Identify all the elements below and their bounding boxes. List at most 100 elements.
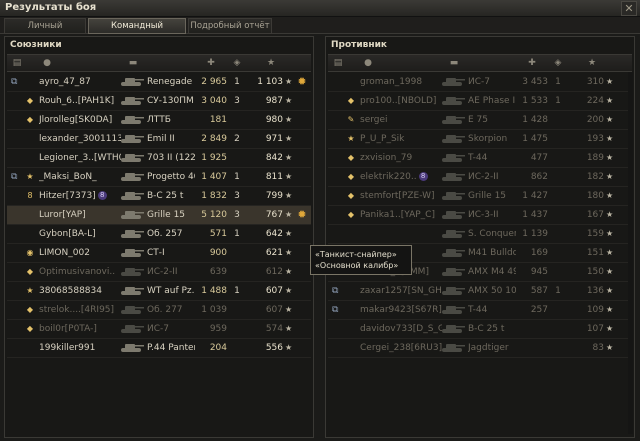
player-name[interactable]: 38068588834 (39, 282, 121, 300)
list-icon[interactable]: ▤ (11, 57, 23, 69)
player-name[interactable]: Cergei_238[6RU3] (360, 339, 442, 357)
player-name[interactable]: Hitzer[7373] 8 (39, 187, 121, 205)
table-row[interactable]: ◆ Panika1..[YAP_C] ИС-3-II 1 437 167 ★ (328, 206, 632, 225)
allies-panel: Союзники ▤ ● ▬ ✚ ◈ ★ ⧉ ayro_47_87 Renegade… (4, 36, 314, 438)
table-row[interactable]: ◉ LIMON_002 СТ-I 900 621 ★ (7, 244, 311, 263)
table-row[interactable]: ◆ boil0r[P0TA-] ИС-7 959 574 ★ (7, 320, 311, 339)
player-name-text: stemfort[PZE-W] (360, 191, 435, 201)
kills-value (552, 320, 564, 338)
player-name[interactable]: Rouh_6..[PAH1K] (39, 92, 121, 110)
player-name[interactable]: zaxar1257[SN_GH] (360, 282, 442, 300)
tank-icon[interactable]: ▬ (448, 57, 460, 69)
player-name[interactable]: Gybon[BA-L] (39, 225, 121, 243)
xp-value: 180 (586, 191, 604, 201)
kills-value (552, 244, 564, 262)
player-name[interactable]: strelok....[4RI95] (39, 301, 121, 319)
kills-value (552, 149, 564, 167)
damage-icon[interactable]: ✚ (526, 57, 538, 69)
table-row[interactable]: ◆ Rouh_6..[PAH1K] СУ-130ПМ 3 040 3 987 ★ (7, 92, 311, 111)
badge-icon: 8 (97, 191, 107, 200)
table-row[interactable]: 8 Hitzer[7373] 8 В-С 25 t1 832 3 799 ★ (7, 187, 311, 206)
tank-name: СТ-I (147, 248, 165, 258)
table-row[interactable]: ⧉ ayro_47_87 Renegade 2 965 1 1 103 ★ ✹ (7, 73, 311, 92)
star-icon: ★ (606, 267, 614, 276)
player-name[interactable]: groman_1998 (360, 73, 442, 91)
table-row[interactable]: ◆ elektrik220.. 8 ИС-2-II 862 182 ★ (328, 168, 632, 187)
medal-icon[interactable]: ✹ (295, 206, 309, 224)
player-name[interactable]: Luror[YAP] (39, 206, 121, 224)
table-row[interactable]: lexander_30011131.. Emil II 2 849 2 971★ (7, 130, 311, 149)
kills-value (552, 111, 564, 129)
star-icon: ★ (606, 77, 614, 86)
damage-value: 587 (530, 286, 548, 296)
player-name-text: strelok....[4RI95] (39, 305, 115, 315)
kills-icon[interactable]: ◈ (231, 57, 243, 69)
tab-team[interactable]: Командный результат (88, 18, 186, 45)
table-row[interactable]: ✎ sergei E 75 1 428 200 ★ (328, 111, 632, 130)
player-name[interactable]: stemfort[PZE-W] (360, 187, 442, 205)
kills-value (231, 263, 243, 281)
table-row[interactable]: 199killer991 P.44 Pantera 204 556★ (7, 339, 311, 358)
player-name[interactable]: sergei (360, 111, 442, 129)
player-name[interactable] (360, 225, 442, 243)
table-row[interactable]: ◆ pro100..[NBOLD] AE Phase I 1 533 1 224 ★ (328, 92, 632, 111)
table-row[interactable]: groman_1998 ИС-7 3 453 1 310 ★ (328, 73, 632, 92)
tank-icon[interactable]: ▬ (127, 57, 139, 69)
player-name[interactable]: davidov733[D_S_G] (360, 320, 442, 338)
player-name[interactable]: elektrik220.. 8 (360, 168, 442, 186)
player-name[interactable]: Optimusivanovi.. (39, 263, 121, 281)
player-name[interactable]: _Maksi_BoN_ (39, 168, 121, 186)
xp-value: 159 (586, 229, 604, 239)
table-row[interactable]: S. Conqueror 1 139 159★ (328, 225, 632, 244)
table-row[interactable]: ◆ strelok....[4RI95] Об. 277 1 039 607 ★ (7, 301, 311, 320)
table-row[interactable]: ⧉ zaxar1257[SN_GH] AMX 50 100 587 1 136★ (328, 282, 632, 301)
scrollbar[interactable] (628, 72, 633, 434)
tank-image (442, 249, 465, 257)
table-row[interactable]: Luror[YAP] Grille 15 5 120 3 767 ★ ✹ (7, 206, 311, 225)
player-name[interactable]: pro100..[NBOLD] (360, 92, 442, 110)
kills-icon[interactable]: ◈ (552, 57, 564, 69)
player-name[interactable]: Legioner_3..[WTH01] (39, 149, 121, 167)
damage-value (518, 320, 548, 338)
player-name[interactable]: Panika1..[YAP_C] (360, 206, 442, 224)
table-row[interactable]: ◆ stemfort[PZE-W] Grille 15 1 427 180 ★ (328, 187, 632, 206)
table-row[interactable]: Gybon[BA-L] Об. 257 571 1 642 ★ (7, 225, 311, 244)
rank-icon: ★ (26, 172, 34, 181)
table-row[interactable]: ⧉ ★ _Maksi_BoN_ Progetto 46 1 407 1 811 ★ (7, 168, 311, 187)
xp-value: 612 (265, 267, 283, 277)
player-name[interactable]: zxvision_79 (360, 149, 442, 167)
player-name[interactable]: 199killer991 (39, 339, 121, 357)
player-name[interactable]: lexander_30011131.. (39, 130, 121, 148)
table-row[interactable]: ◆ Jlorolleg[SK0DA] ЛТТБ 181 980 ★ (7, 111, 311, 130)
xp-icon[interactable]: ★ (586, 57, 598, 69)
player-name[interactable]: LIMON_002 (39, 244, 121, 262)
damage-value: 1 139 (522, 229, 548, 239)
table-row[interactable]: Legioner_3..[WTH01] 703 II (122) 1 925 842★ (7, 149, 311, 168)
player-name[interactable]: ayro_47_87 (39, 73, 121, 91)
table-row[interactable]: ◆ zxvision_79 T-44 477 189 ★ (328, 149, 632, 168)
player-name[interactable]: P_U_P_Sik (360, 130, 442, 148)
player-name[interactable]: makar9423[S67R] (360, 301, 442, 319)
table-row[interactable]: ◆ Optimusivanovi.. ИС-2-II 639 612 ★ (7, 263, 311, 282)
table-row[interactable]: ⧉ makar9423[S67R] T-44 257 109 ★ (328, 301, 632, 320)
star-icon: ★ (606, 343, 614, 352)
tab-bar: Личный результат Командный результат Под… (0, 17, 640, 45)
tab-personal[interactable]: Личный результат (4, 18, 86, 45)
table-row[interactable]: ★ P_U_P_Sik Skorpion 1 475 193 ★ (328, 130, 632, 149)
table-row[interactable]: ★38068588834WT auf Pz. IV1 4881607★ (7, 282, 311, 301)
player-name[interactable]: boil0r[P0TA-] (39, 320, 121, 338)
close-button[interactable]: ✕ (621, 1, 637, 16)
xp-value: 642 (265, 229, 283, 239)
player-icon[interactable]: ● (362, 57, 374, 69)
medal-icon[interactable]: ✹ (295, 73, 309, 91)
table-row[interactable]: davidov733[D_S_G] В-С 25 t 107 ★ (328, 320, 632, 339)
player-name[interactable]: Jlorolleg[SK0DA] (39, 111, 121, 129)
xp-value: 200 (586, 115, 604, 125)
table-row[interactable]: Cergei_238[6RU3] Jagdtiger 83 ★ (328, 339, 632, 358)
list-icon[interactable]: ▤ (332, 57, 344, 69)
player-icon[interactable]: ● (41, 57, 53, 69)
platoon-icon: ⧉ (332, 286, 339, 296)
damage-icon[interactable]: ✚ (205, 57, 217, 69)
tab-detailed[interactable]: Подробный отчёт (188, 18, 272, 34)
xp-icon[interactable]: ★ (265, 57, 277, 69)
